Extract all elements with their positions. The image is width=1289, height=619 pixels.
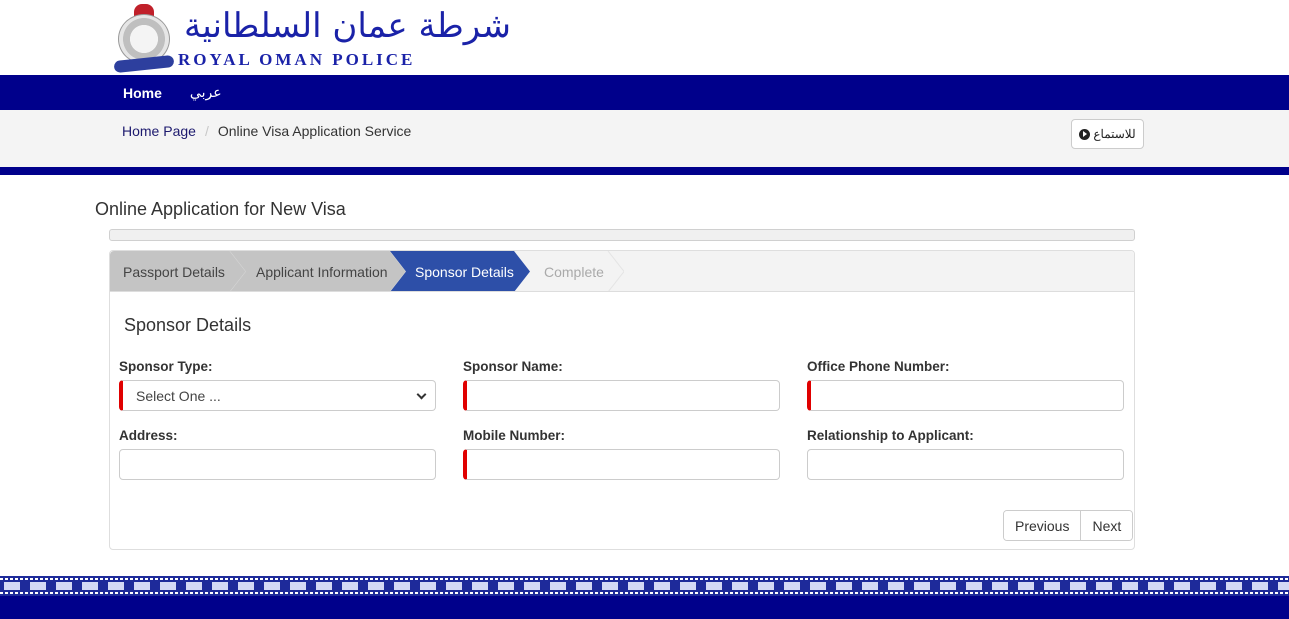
sponsor-name-field: Sponsor Name: [463,359,780,411]
breadcrumb-separator: / [204,123,209,139]
step-sponsor-details[interactable]: Sponsor Details [390,251,530,291]
listen-button[interactable]: للاستماع [1071,119,1144,149]
step-complete[interactable]: Complete [514,251,624,291]
mobile-number-input[interactable] [463,449,780,480]
wizard-panel: Passport Details Applicant Information S… [109,250,1135,550]
play-circle-icon [1079,128,1091,140]
step-applicant-information[interactable]: Applicant Information [230,251,406,291]
site-header: شرطة عمان السلطانية ROYAL OMAN POLICE [0,0,1289,75]
progress-bar [109,229,1135,241]
nav-home-link[interactable]: Home [123,85,162,101]
nav-arabic-link[interactable]: عربي [190,84,222,101]
relationship-field: Relationship to Applicant: [807,428,1124,480]
logo-arabic-text: شرطة عمان السلطانية [184,6,512,46]
previous-button[interactable]: Previous [1004,511,1081,540]
section-title: Sponsor Details [124,315,252,335]
footer [0,576,1289,619]
office-phone-label: Office Phone Number: [807,359,950,374]
wizard-steps: Passport Details Applicant Information S… [110,251,1134,292]
address-label: Address: [119,428,178,443]
office-phone-input[interactable] [807,380,1124,411]
next-button[interactable]: Next [1080,511,1133,540]
office-phone-field: Office Phone Number: [807,359,1124,411]
breadcrumb-bar: Home Page / Online Visa Application Serv… [0,110,1289,167]
logo-english-text: ROYAL OMAN POLICE [178,50,416,69]
main-navbar: Home عربي [0,75,1289,110]
chevron-down-icon [416,389,427,400]
listen-button-label: للاستماع [1093,127,1136,141]
sponsor-type-field: Sponsor Type: Select One ... [119,359,436,411]
relationship-input[interactable] [807,449,1124,480]
address-field: Address: [119,428,436,480]
breadcrumb-current: Online Visa Application Service [217,123,412,139]
sponsor-name-input[interactable] [463,380,780,411]
footer-pattern [0,576,1289,596]
sponsor-type-value: Select One ... [136,387,221,404]
sponsor-type-label: Sponsor Type: [119,359,213,374]
sponsor-type-select[interactable]: Select One ... [119,380,436,411]
breadcrumb-home-link[interactable]: Home Page [122,123,196,139]
police-emblem-icon [112,4,176,74]
page-title: Online Application for New Visa [95,199,346,219]
breadcrumb: Home Page / Online Visa Application Serv… [122,123,411,139]
relationship-label: Relationship to Applicant: [807,428,974,443]
mobile-number-field: Mobile Number: [463,428,780,480]
royal-oman-police-logo[interactable]: شرطة عمان السلطانية ROYAL OMAN POLICE [112,4,511,74]
step-passport-details[interactable]: Passport Details [110,251,246,291]
address-input[interactable] [119,449,436,480]
footer-bar [0,596,1289,619]
wizard-nav-buttons: Previous Next [1003,510,1134,541]
sponsor-name-label: Sponsor Name: [463,359,563,374]
mobile-number-label: Mobile Number: [463,428,566,443]
header-divider [0,167,1289,175]
